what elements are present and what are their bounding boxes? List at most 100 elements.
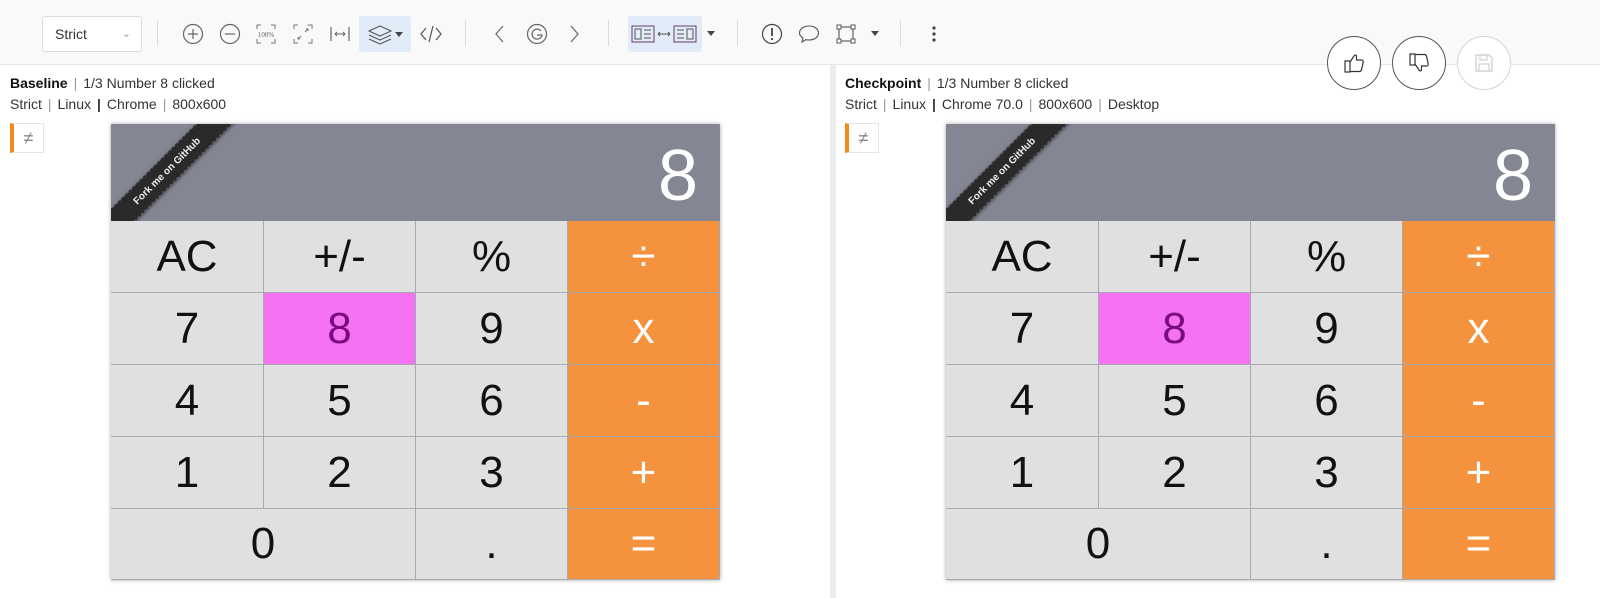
key-1[interactable]: 1 — [111, 437, 264, 509]
key-dot[interactable]: . — [1251, 509, 1403, 580]
baseline-header: Baseline | 1/3 Number 8 clicked — [10, 75, 215, 91]
key-7[interactable]: 7 — [111, 293, 264, 365]
key-multiply[interactable]: x — [568, 293, 720, 365]
key-divide[interactable]: ÷ — [568, 221, 720, 293]
calculator-display: Fork me on GitHub 8 — [946, 124, 1555, 251]
region-caret-icon[interactable] — [871, 31, 879, 36]
separator: | — [927, 75, 931, 91]
match-level-select[interactable]: Strict ⌄ — [42, 16, 142, 52]
key-8[interactable]: 8 — [264, 293, 416, 365]
key-sign[interactable]: +/- — [1099, 221, 1251, 293]
actual-size-button[interactable]: 100% — [248, 16, 284, 52]
side-by-side-icon — [631, 25, 697, 43]
zoom-in-button[interactable] — [175, 16, 211, 52]
checkpoint-browser: Chrome 70.0 — [941, 96, 1023, 112]
key-equals[interactable]: = — [568, 509, 720, 580]
chevron-down-icon: ⌄ — [121, 28, 131, 40]
layers-icon — [367, 25, 393, 45]
key-3[interactable]: 3 — [416, 437, 568, 509]
key-1[interactable]: 1 — [946, 437, 1099, 509]
checkpoint-screenshot: Fork me on GitHub 8 AC +/- % ÷ 7 8 9 x 4… — [946, 124, 1555, 580]
zoom-in-icon — [182, 23, 204, 45]
calculator-display: Fork me on GitHub 8 — [111, 124, 720, 251]
more-options-button[interactable] — [916, 16, 952, 52]
checkpoint-title: Checkpoint — [845, 75, 922, 91]
key-percent[interactable]: % — [416, 221, 568, 293]
baseline-panel: Baseline | 1/3 Number 8 clicked Strict | Lin… — [0, 65, 830, 598]
separator: | — [1098, 96, 1102, 112]
separator: | — [97, 96, 101, 112]
more-vertical-icon — [932, 26, 936, 42]
compare-mode-caret-icon[interactable] — [707, 31, 715, 36]
previous-button[interactable] — [482, 16, 518, 52]
key-5[interactable]: 5 — [1099, 365, 1251, 437]
key-ac[interactable]: AC — [111, 221, 264, 293]
checkpoint-device: Desktop — [1107, 96, 1160, 112]
key-plus[interactable]: + — [568, 437, 720, 509]
separator: | — [1028, 96, 1033, 112]
display-value: 8 — [1492, 136, 1533, 216]
key-4[interactable]: 4 — [946, 365, 1099, 437]
toolbar-divider — [608, 20, 609, 46]
checkpoint-header: Checkpoint | 1/3 Number 8 clicked — [845, 75, 1068, 91]
issue-button[interactable] — [754, 16, 790, 52]
next-button[interactable] — [556, 16, 592, 52]
key-ac[interactable]: AC — [946, 221, 1099, 293]
fit-width-icon — [330, 27, 350, 41]
code-button[interactable] — [413, 16, 449, 52]
key-3[interactable]: 3 — [1251, 437, 1403, 509]
checkpoint-diff-badge[interactable]: ≠ — [845, 123, 879, 153]
layers-button[interactable] — [359, 16, 411, 52]
zoom-out-button[interactable] — [212, 16, 248, 52]
key-multiply[interactable]: x — [1403, 293, 1555, 365]
calculator-keypad: AC +/- % ÷ 7 8 9 x 4 5 6 - 1 2 3 + 0 . = — [111, 221, 720, 580]
key-divide[interactable]: ÷ — [1403, 221, 1555, 293]
key-2[interactable]: 2 — [1099, 437, 1251, 509]
fit-screen-button[interactable] — [285, 16, 321, 52]
checkpoint-step: 1/3 Number 8 clicked — [936, 75, 1069, 91]
baseline-diff-badge[interactable]: ≠ — [10, 123, 44, 153]
toolbar-divider — [465, 20, 466, 46]
checkpoint-viewport: 800x600 — [1038, 96, 1093, 112]
key-4[interactable]: 4 — [111, 365, 264, 437]
checkpoint-os: Linux — [892, 96, 926, 112]
baseline-screenshot: Fork me on GitHub 8 AC +/- % ÷ 7 8 9 x 4… — [111, 124, 720, 580]
baseline-viewport: 800x600 — [172, 96, 227, 112]
refresh-button[interactable] — [519, 16, 555, 52]
display-value: 8 — [657, 136, 698, 216]
fit-to-screen-icon — [293, 24, 313, 44]
key-dot[interactable]: . — [416, 509, 568, 580]
chevron-right-icon — [570, 25, 579, 43]
key-9[interactable]: 9 — [1251, 293, 1403, 365]
key-plus[interactable]: + — [1403, 437, 1555, 509]
toolbar-divider — [737, 20, 738, 46]
comment-button[interactable] — [791, 16, 827, 52]
baseline-os: Linux — [57, 96, 91, 112]
key-sign[interactable]: +/- — [264, 221, 416, 293]
refresh-icon — [526, 23, 548, 45]
actual-size-icon: 100% — [256, 24, 276, 44]
key-0[interactable]: 0 — [111, 509, 416, 580]
key-0[interactable]: 0 — [946, 509, 1251, 580]
separator: | — [47, 96, 52, 112]
key-6[interactable]: 6 — [416, 365, 568, 437]
baseline-step: 1/3 Number 8 clicked — [83, 75, 215, 91]
key-2[interactable]: 2 — [264, 437, 416, 509]
key-minus[interactable]: - — [568, 365, 720, 437]
key-minus[interactable]: - — [1403, 365, 1555, 437]
key-5[interactable]: 5 — [264, 365, 416, 437]
checkpoint-environment: Strict | Linux | Chrome 70.0 | 800x600 | Desktop — [845, 96, 1159, 112]
side-by-side-button[interactable] — [628, 16, 702, 52]
chevron-left-icon — [495, 25, 504, 43]
exclamation-icon — [761, 23, 783, 45]
key-8[interactable]: 8 — [1099, 293, 1251, 365]
key-7[interactable]: 7 — [946, 293, 1099, 365]
region-button[interactable] — [828, 16, 864, 52]
fit-width-button[interactable] — [322, 16, 358, 52]
baseline-match-level: Strict — [10, 96, 42, 112]
key-9[interactable]: 9 — [416, 293, 568, 365]
key-equals[interactable]: = — [1403, 509, 1555, 580]
key-6[interactable]: 6 — [1251, 365, 1403, 437]
key-percent[interactable]: % — [1251, 221, 1403, 293]
zoom-out-icon — [219, 23, 241, 45]
